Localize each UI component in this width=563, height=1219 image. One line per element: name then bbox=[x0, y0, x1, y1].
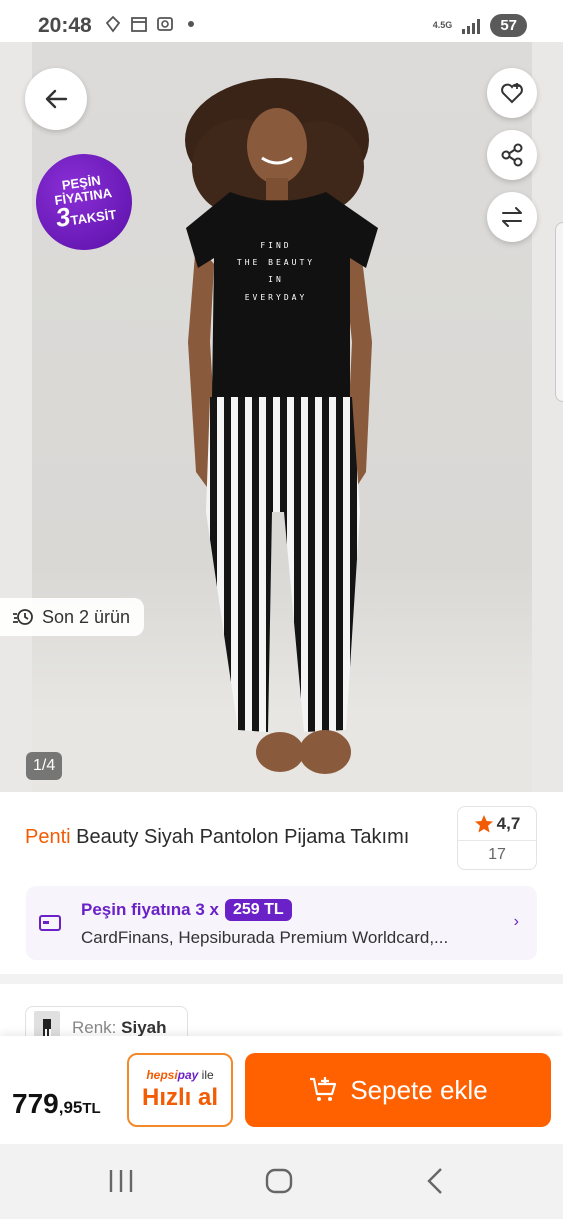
color-value: Siyah bbox=[121, 1018, 167, 1037]
product-name: Beauty Siyah Pantolon Pijama Takımı bbox=[76, 826, 410, 848]
compare-icon bbox=[502, 207, 522, 227]
section-divider bbox=[0, 974, 563, 984]
add-to-cart-button[interactable]: Sepete ekle bbox=[245, 1053, 551, 1127]
network-type: 4.5G bbox=[432, 20, 453, 30]
installment-amount: 259 TL bbox=[224, 899, 292, 921]
home-icon[interactable] bbox=[265, 1166, 293, 1196]
brand-link[interactable]: Penti bbox=[25, 826, 71, 848]
low-stock-chip: Son 2 ürün bbox=[0, 598, 145, 636]
status-icons bbox=[104, 15, 194, 33]
fast-clock-icon bbox=[13, 609, 33, 625]
share-icon bbox=[501, 143, 523, 167]
promo-text: TAKSİT bbox=[69, 206, 118, 228]
product-title-row: Penti Beauty Siyah Pantolon Pijama Takım… bbox=[0, 804, 563, 874]
heart-list-icon bbox=[501, 83, 523, 104]
rating-summary: 4,7 bbox=[458, 807, 536, 841]
favorite-button[interactable] bbox=[487, 68, 537, 118]
price: 779,95TL bbox=[12, 1088, 101, 1120]
review-count: 17 bbox=[488, 846, 506, 863]
price-currency: TL bbox=[82, 1100, 101, 1117]
recent-apps-icon[interactable] bbox=[108, 1166, 134, 1196]
installment-cards: CardFinans, Hepsiburada Premium Worldcar… bbox=[81, 928, 449, 947]
product-title: Penti Beauty Siyah Pantolon Pijama Takım… bbox=[25, 826, 409, 849]
notification-dot-icon bbox=[188, 21, 194, 27]
color-text: Renk: Siyah bbox=[72, 1018, 167, 1038]
cart-plus-icon bbox=[310, 1077, 337, 1101]
shirt-print-line: THE BEAUTY bbox=[237, 258, 315, 267]
rating-box[interactable]: 4,7 17 bbox=[457, 806, 537, 870]
installment-label: Peşin fiyatına 3 x bbox=[81, 900, 219, 919]
hepsipay-logo: hepsipay ile bbox=[129, 1068, 231, 1082]
compare-button[interactable] bbox=[487, 192, 537, 242]
screenshot-icon bbox=[157, 17, 173, 31]
star-icon bbox=[474, 814, 493, 832]
add-to-cart-label: Sepete ekle bbox=[350, 1074, 488, 1105]
chevron-right-icon: › bbox=[513, 913, 519, 930]
shirt-print-line: IN bbox=[268, 275, 284, 284]
hepsipay-suffix: ile bbox=[198, 1068, 214, 1082]
price-cents: ,95 bbox=[58, 1098, 83, 1117]
signal-icon bbox=[462, 18, 481, 34]
price-main: 779 bbox=[12, 1088, 59, 1119]
credit-card-icon bbox=[39, 915, 61, 931]
promo-line-3: 3TAKSİT bbox=[54, 199, 118, 233]
quick-buy-label: Hızlı al bbox=[141, 1084, 219, 1111]
image-page-indicator: 1/4 bbox=[26, 752, 63, 780]
status-right: 4.5G 57 bbox=[433, 14, 527, 37]
installment-offer: Peşin fiyatına 3 x 259 TL bbox=[81, 899, 292, 921]
rating-value: 4,7 bbox=[496, 813, 521, 833]
quick-buy-button[interactable]: hepsipay ile Hızlı al bbox=[127, 1053, 233, 1127]
buy-bar: 779,95TL hepsipay ile Hızlı al Sepete ek… bbox=[0, 1036, 563, 1144]
hepsipay-pay: pay bbox=[177, 1068, 199, 1082]
low-stock-label: Son 2 ürün bbox=[42, 606, 131, 627]
shirt-print-line: EVERYDAY bbox=[245, 293, 308, 302]
share-button[interactable] bbox=[487, 130, 537, 180]
side-scroll-tab[interactable] bbox=[555, 222, 563, 402]
back-arrow-icon bbox=[45, 89, 68, 109]
installment-card[interactable]: Peşin fiyatına 3 x 259 TL CardFinans, He… bbox=[26, 886, 537, 960]
system-nav-bar bbox=[0, 1144, 563, 1219]
hepsipay-hepsi: hepsi bbox=[146, 1068, 178, 1082]
product-gallery[interactable]: FIND THE BEAUTY IN EVERYDAY PEŞİN FİYATI… bbox=[0, 42, 563, 792]
shirt-print-line: FIND bbox=[260, 241, 291, 250]
color-label: Renk: bbox=[72, 1018, 117, 1037]
calendar-icon bbox=[131, 17, 147, 32]
location-icon bbox=[105, 15, 121, 33]
status-time: 20:48 bbox=[38, 14, 92, 37]
back-button[interactable] bbox=[25, 68, 87, 130]
back-nav-icon[interactable] bbox=[425, 1166, 445, 1196]
battery-level: 57 bbox=[490, 14, 527, 37]
